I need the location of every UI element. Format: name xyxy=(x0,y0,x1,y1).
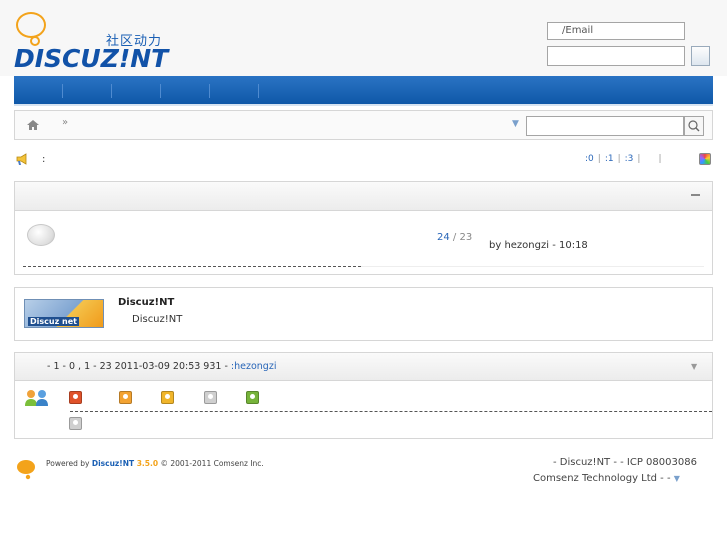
search-button[interactable] xyxy=(684,116,704,136)
footer-logo-icon xyxy=(17,460,35,480)
friend-links-box: Discuz net Discuz!NT Discuz!NT xyxy=(14,287,713,341)
site-logo[interactable]: 社区动力 DISCUZ!NT xyxy=(14,10,184,73)
nav-separator xyxy=(209,84,210,98)
search-icon xyxy=(688,120,700,132)
footer-info-line: - Discuz!NT - - ICP 08003086 xyxy=(553,457,697,468)
nav-separator xyxy=(62,84,63,98)
user-status-icon xyxy=(161,391,174,404)
main-nav-bar xyxy=(14,76,713,104)
discuz-link-logo[interactable]: Discuz net xyxy=(24,299,104,328)
forum-divider xyxy=(23,266,361,267)
user-status-icon xyxy=(69,391,82,404)
stat-value: :0 xyxy=(585,154,594,164)
user-status-icon xyxy=(119,391,132,404)
user-status-icon xyxy=(246,391,259,404)
megaphone-icon xyxy=(16,153,27,165)
search-input[interactable] xyxy=(526,116,684,136)
login-username-input[interactable]: /Email xyxy=(547,22,685,40)
forum-stats: :0 |:1 |:3 | | xyxy=(585,154,662,164)
powered-prefix: Powered by xyxy=(46,459,92,468)
nav-underline xyxy=(14,104,713,106)
breadcrumb-separator: » xyxy=(62,117,69,128)
stat-value: :3 xyxy=(624,154,634,164)
powered-brand-link[interactable]: Discuz!NT xyxy=(92,459,134,468)
login-password-input[interactable] xyxy=(547,46,685,66)
logo-bubble-icon xyxy=(16,12,46,38)
forum-category-box: 24 / 23 by hezongzi - 10:18 xyxy=(14,181,713,275)
online-users-box: - 1 - 0 , 1 - 23 2011-03-09 20:53 931 - … xyxy=(14,352,713,439)
online-summary: - 1 - 0 , 1 - 23 2011-03-09 20:53 931 - … xyxy=(47,361,276,372)
search-type-dropdown-icon[interactable]: ▼ xyxy=(512,119,519,129)
forum-topic-count: 24 xyxy=(437,232,450,243)
online-divider xyxy=(70,411,712,412)
collapse-icon[interactable] xyxy=(691,194,700,196)
logo-wordmark: DISCUZ!NT xyxy=(14,44,169,73)
nav-separator xyxy=(111,84,112,98)
nav-separator xyxy=(258,84,259,98)
link-description: Discuz!NT xyxy=(132,314,183,325)
powered-by: Powered by Discuz!NT 3.5.0 © 2001-2011 C… xyxy=(46,459,264,468)
stat-value: :1 xyxy=(604,154,614,164)
forum-post-count: / 23 xyxy=(452,232,473,243)
breadcrumb-bar: » ▼ xyxy=(14,110,713,140)
forum-last-post[interactable]: by hezongzi - 10:18 xyxy=(489,240,588,251)
nav-separator xyxy=(160,84,161,98)
footer-company: Comsenz Technology Ltd - - xyxy=(533,473,671,484)
user-status-icon xyxy=(204,391,217,404)
powered-copyright: © 2001-2011 Comsenz Inc. xyxy=(158,459,264,468)
powered-version: 3.5.0 xyxy=(134,459,159,468)
forum-divider xyxy=(361,266,704,267)
forum-counts: 24 / 23 xyxy=(437,232,472,243)
announcement-text: : xyxy=(42,154,46,165)
user-group-icon xyxy=(25,390,48,406)
header: 社区动力 DISCUZ!NT /Email xyxy=(0,0,727,76)
online-users-header: - 1 - 0 , 1 - 23 2011-03-09 20:53 931 - … xyxy=(15,353,712,381)
theme-color-icon[interactable] xyxy=(699,153,711,165)
expand-icon[interactable]: ▼ xyxy=(691,362,697,371)
user-status-icon xyxy=(69,417,82,430)
forum-category-header xyxy=(15,182,712,211)
footer-company-line: Comsenz Technology Ltd - - ▼ xyxy=(533,473,680,484)
footer-dropdown-icon[interactable]: ▼ xyxy=(674,474,680,483)
online-top-user[interactable]: :hezongzi xyxy=(231,361,277,372)
login-button[interactable] xyxy=(691,46,710,66)
home-icon[interactable] xyxy=(26,119,40,131)
link-title[interactable]: Discuz!NT xyxy=(118,297,174,308)
online-summary-text: - 1 - 0 , 1 - 23 2011-03-09 20:53 931 - xyxy=(47,361,228,372)
forum-status-icon xyxy=(27,224,55,246)
discuz-link-logo-label: Discuz net xyxy=(28,317,79,326)
